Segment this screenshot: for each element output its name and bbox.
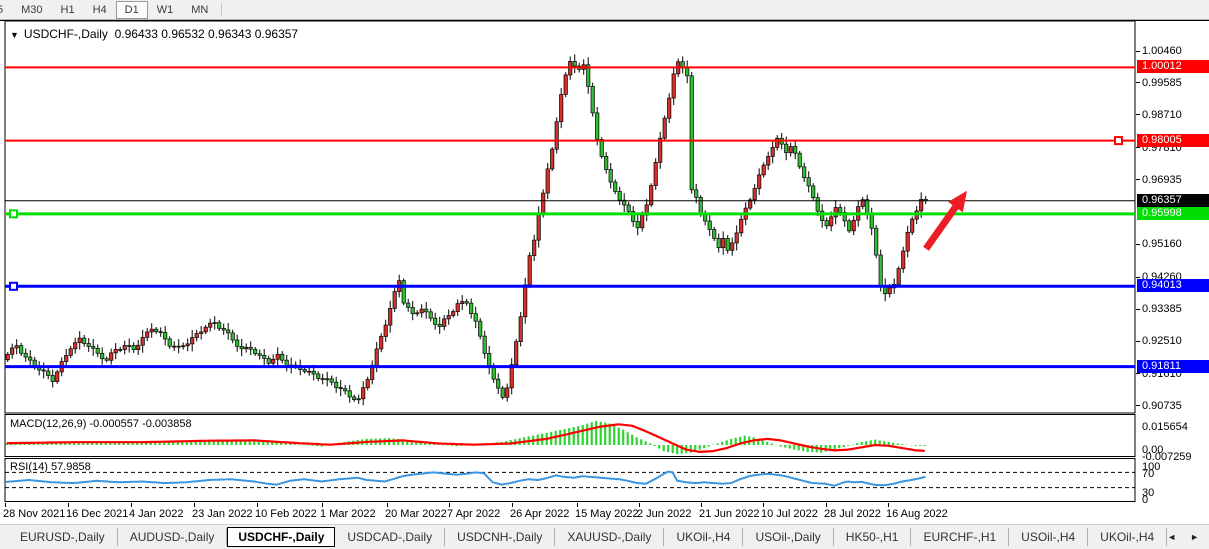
price-level-badge: 0.94013 [1137,279,1209,292]
date-axis-tick [449,503,450,507]
chart-tab-xauusd-daily[interactable]: XAUUSD-,Daily [555,528,664,546]
date-axis-label: 20 Mar 2022 [385,508,447,520]
date-axis-tick [322,503,323,507]
timeframe-toolbar: 5M30H1H4D1W1MN [0,0,1209,20]
date-axis-label: 23 Jan 2022 [192,508,253,520]
price-axis-label: 0.96935 [1142,174,1182,186]
price-axis-tick [1136,179,1140,180]
price-axis-label: 0.92510 [1142,335,1182,347]
date-axis-label: 28 Nov 2021 [3,508,65,520]
price-axis-tick [1136,244,1140,245]
date-axis-tick [5,503,6,507]
price-axis-label: 1.00460 [1142,45,1182,57]
timeframe-button-m30[interactable]: M30 [12,1,51,19]
date-axis-tick [387,503,388,507]
timeframe-button-h1[interactable]: H1 [52,1,84,19]
rsi-axis-label: 70 [1142,468,1154,480]
price-axis-tick [1136,82,1140,83]
date-axis-tick [131,503,132,507]
date-axis-tick [639,503,640,507]
date-axis-label: 21 Jun 2022 [699,508,760,520]
chart-title: ▼ USDCHF-,Daily 0.96433 0.96532 0.96343 0… [10,27,298,41]
chevron-down-icon[interactable]: ▼ [10,30,19,40]
date-axis-tick [888,503,889,507]
chart-tab-usdchf-daily[interactable]: USDCHF-,Daily [227,527,335,547]
price-axis-label: 0.95160 [1142,238,1182,250]
date-axis-tick [257,503,258,507]
date-axis-label: 7 Apr 2022 [447,508,500,520]
chart-tab-usdcnh-daily[interactable]: USDCNH-,Daily [445,528,555,546]
date-axis-tick [763,503,764,507]
mt4-platform-window: 5M30H1H4D1W1MN ▼ USDCHF-,Daily 0.96433 0.… [0,0,1209,549]
chart-tab-audusd-daily[interactable]: AUDUSD-,Daily [118,528,228,546]
price-level-badge: 0.98005 [1137,134,1209,147]
price-level-badge: 0.91811 [1137,360,1209,373]
price-level-badge: 0.95998 [1137,207,1209,220]
toolbar-separator [221,3,222,17]
date-axis-tick [512,503,513,507]
date-axis-label: 16 Aug 2022 [886,508,948,520]
price-axis-label: 0.98710 [1142,109,1182,121]
timeframe-button-d1[interactable]: D1 [116,1,148,19]
date-axis-label: 16 Dec 2021 [66,508,128,520]
chart-symbol-label: USDCHF-,Daily [24,27,108,41]
chart-tab-usdcad-daily[interactable]: USDCAD-,Daily [335,528,445,546]
price-axis-tick [1136,341,1140,342]
chart-ohlc-values: 0.96433 0.96532 0.96343 0.96357 [115,27,299,41]
price-axis-tick [1136,373,1140,374]
date-axis-tick [194,503,195,507]
rsi-axis-label: 0 [1142,494,1148,506]
price-axis-tick [1136,405,1140,406]
chart-tab-eurchf-h1[interactable]: EURCHF-,H1 [911,528,1009,546]
chart-window[interactable]: ▼ USDCHF-,Daily 0.96433 0.96532 0.96343 0… [0,20,1209,524]
price-axis-label: 0.93385 [1142,303,1182,315]
price-axis-tick [1136,114,1140,115]
date-axis-label: 26 Apr 2022 [510,508,569,520]
date-axis-tick [577,503,578,507]
date-axis-tick [701,503,702,507]
date-axis-label: 4 Jan 2022 [129,508,183,520]
timeframe-button-h4[interactable]: H4 [84,1,116,19]
price-axis-tick [1136,147,1140,148]
macd-axis-label: 0.015654 [1142,421,1188,433]
price-axis-label: 0.90735 [1142,400,1182,412]
date-axis-label: 10 Jul 2022 [761,508,818,520]
rsi-indicator-label: RSI(14) 57.9858 [10,461,91,473]
price-level-badge: 0.96357 [1137,194,1209,207]
chart-tab-eurusd-daily[interactable]: EURUSD-,Daily [8,528,118,546]
tab-scroll-nav: ◄► [1167,532,1209,542]
price-chart-canvas[interactable] [0,21,1209,414]
timeframe-button-5[interactable]: 5 [0,1,12,19]
date-axis-tick [826,503,827,507]
chart-tab-ukoil-h4[interactable]: UKOil-,H4 [664,528,743,546]
price-level-badge: 1.00012 [1137,60,1209,73]
timeframe-button-mn[interactable]: MN [182,1,217,19]
date-axis-label: 1 Mar 2022 [320,508,376,520]
date-axis-label: 15 May 2022 [575,508,639,520]
chart-tabs-bar: EURUSD-,DailyAUDUSD-,DailyUSDCHF-,DailyU… [0,524,1209,549]
date-axis-label: 2 Jun 2022 [637,508,691,520]
macd-indicator-label: MACD(12,26,9) -0.000557 -0.003858 [10,418,192,430]
chart-tab-usoil-h4[interactable]: USOil-,H4 [1009,528,1088,546]
chart-tab-ukoil-h4[interactable]: UKOil-,H4 [1088,528,1167,546]
date-axis-label: 10 Feb 2022 [255,508,317,520]
chart-tab-usoil-daily[interactable]: USOil-,Daily [743,528,833,546]
tab-scroll-left-icon[interactable]: ◄ [1167,532,1176,542]
price-axis-label: 0.99585 [1142,77,1182,89]
price-axis-tick [1136,277,1140,278]
tab-scroll-right-icon[interactable]: ► [1190,532,1199,542]
timeframe-button-w1[interactable]: W1 [148,1,183,19]
price-axis-tick [1136,309,1140,310]
chart-tab-hk50-h1[interactable]: HK50-,H1 [834,528,912,546]
rsi-indicator-canvas[interactable] [0,458,1209,503]
price-axis-tick [1136,51,1140,52]
date-axis-label: 28 Jul 2022 [824,508,881,520]
date-axis-tick [68,503,69,507]
